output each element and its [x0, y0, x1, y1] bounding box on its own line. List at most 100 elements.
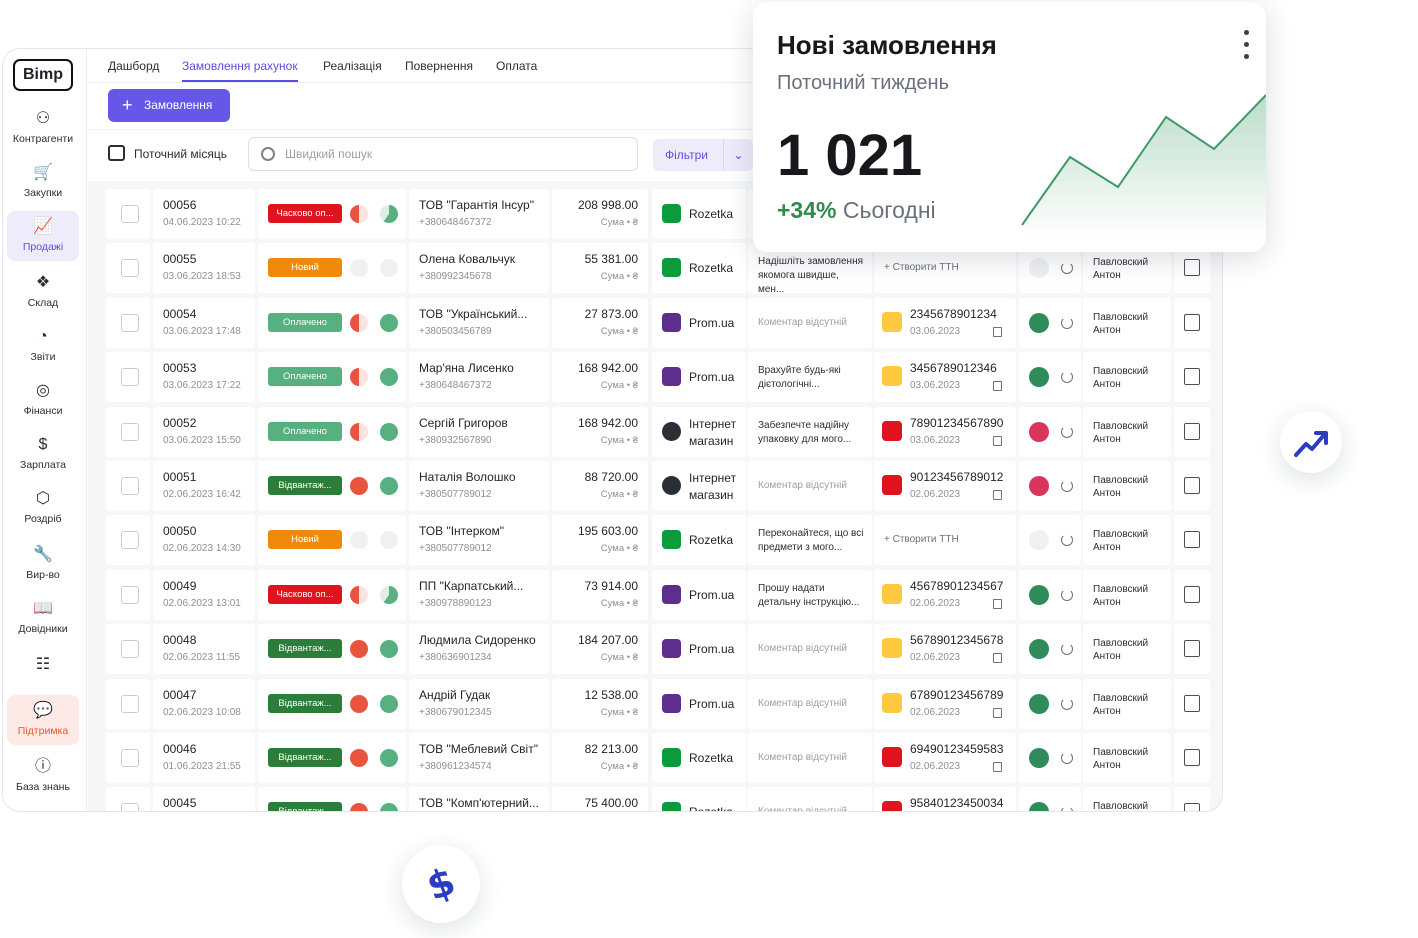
status-badge[interactable]: Оплачено: [268, 367, 342, 387]
table-row[interactable]: 00048 02.06.2023 11:55 Відвантаж... Людмила…: [106, 624, 1210, 675]
order-id[interactable]: 00056: [163, 198, 196, 212]
ttn-number[interactable]: 78901234567890: [910, 416, 1003, 430]
search-input[interactable]: Швидкий пошук: [248, 137, 638, 171]
status-badge[interactable]: Оплачено: [268, 312, 342, 332]
client-name[interactable]: Андрій Гудак: [419, 688, 490, 702]
status-badge[interactable]: Оплачено: [268, 421, 342, 441]
refresh-icon[interactable]: [1061, 534, 1073, 547]
order-comment[interactable]: Коментар відсутній: [758, 316, 866, 330]
sidebar-item-6[interactable]: $ Зарплата: [7, 429, 79, 479]
row-checkbox[interactable]: [121, 259, 139, 278]
row-checkbox[interactable]: [121, 694, 139, 713]
order-comment[interactable]: Прошу надати детальну інструкцію...: [758, 582, 866, 610]
sidebar-item-8[interactable]: 🔧 Вир-во: [7, 539, 79, 589]
order-comment[interactable]: Коментар відсутній: [758, 642, 866, 656]
tab-returns[interactable]: Повернення: [405, 59, 473, 73]
chevron-down-icon[interactable]: ⌄: [723, 139, 753, 171]
ttn-number[interactable]: 95840123450034: [910, 796, 1003, 810]
ttn-number[interactable]: 45678901234567: [910, 579, 1003, 593]
sidebar-item-1[interactable]: 🛒 Закупки: [7, 157, 79, 207]
client-name[interactable]: ТОВ "Меблевий Світ": [419, 742, 538, 756]
refresh-icon[interactable]: [1061, 316, 1073, 329]
refresh-icon[interactable]: [1061, 425, 1073, 438]
refresh-icon[interactable]: [1061, 480, 1073, 492]
ttn-number[interactable]: 2345678901234: [910, 307, 997, 321]
ttn-number[interactable]: 56789012345678: [910, 633, 1003, 647]
currency-button[interactable]: $: [402, 845, 480, 923]
client-name[interactable]: ТОВ "Інтерком": [419, 524, 504, 538]
order-id[interactable]: 00046: [163, 742, 196, 756]
order-id[interactable]: 00051: [163, 470, 196, 484]
status-badge[interactable]: Відвантаж...: [268, 693, 342, 713]
client-name[interactable]: ТОВ "Комп'ютерний...: [419, 796, 539, 810]
client-name[interactable]: ТОВ "Гарантія Інсур": [419, 198, 534, 212]
refresh-icon[interactable]: [1061, 262, 1073, 275]
refresh-icon[interactable]: [1061, 371, 1073, 384]
row-checkbox[interactable]: [121, 749, 139, 767]
ttn-number[interactable]: 69490123459583: [910, 742, 1003, 756]
status-badge[interactable]: Часково оп...: [268, 584, 342, 604]
order-id[interactable]: 00047: [163, 688, 196, 702]
status-badge[interactable]: Новий: [268, 258, 342, 278]
table-row[interactable]: 00046 01.06.2023 21:55 Відвантаж... ТОВ "Ме…: [106, 733, 1210, 783]
order-comment[interactable]: Надішліть замовлення якомога швидше, мен…: [758, 255, 866, 297]
document-icon[interactable]: [1184, 422, 1200, 440]
sidebar-item-2[interactable]: 📈 Продажі: [7, 211, 79, 261]
client-name[interactable]: Мар'яна Лисенко: [419, 361, 514, 375]
period-selector[interactable]: Поточний місяць: [108, 144, 227, 164]
row-checkbox[interactable]: [121, 313, 139, 332]
table-row[interactable]: 00053 03.06.2023 17:22 Оплачено Мар'яна Лис…: [106, 352, 1210, 403]
client-name[interactable]: ТОВ "Український...: [419, 307, 527, 321]
status-badge[interactable]: Відвантаж...: [268, 748, 342, 767]
document-icon[interactable]: [1184, 313, 1200, 331]
copy-icon[interactable]: [993, 435, 1002, 446]
order-id[interactable]: 00052: [163, 416, 196, 430]
status-badge[interactable]: Відвантаж...: [268, 639, 342, 659]
sidebar-item-5[interactable]: ◎ Фінанси: [7, 375, 79, 425]
refresh-icon[interactable]: [1061, 588, 1073, 601]
create-ttn-button[interactable]: + Створити ТТН: [884, 261, 1010, 275]
ttn-number[interactable]: 90123456789012: [910, 470, 1003, 484]
refresh-icon[interactable]: [1061, 697, 1073, 710]
copy-icon[interactable]: [993, 381, 1002, 392]
row-checkbox[interactable]: [121, 640, 139, 659]
logo[interactable]: Bimp: [13, 59, 73, 91]
order-id[interactable]: 00053: [163, 361, 196, 375]
sidebar-item-9[interactable]: 📖 Довідники: [7, 593, 79, 643]
filters-button[interactable]: Фільтри ⌄: [653, 139, 753, 171]
refresh-icon[interactable]: [1061, 643, 1073, 656]
document-icon[interactable]: [1184, 803, 1200, 811]
row-checkbox[interactable]: [121, 368, 139, 387]
sidebar-item-10[interactable]: ☷: [7, 649, 79, 699]
table-row[interactable]: 00045 Відвантаж... ТОВ "Комп'ютерний... 75 …: [106, 787, 1210, 811]
order-comment[interactable]: Коментар відсутній: [758, 751, 866, 765]
sidebar-item-12[interactable]: ⓘ База знань: [7, 751, 79, 801]
refresh-icon[interactable]: [1061, 806, 1073, 811]
copy-icon[interactable]: [993, 653, 1002, 664]
tab-dashboard[interactable]: Дашборд: [108, 59, 159, 73]
tab-orders[interactable]: Замовлення рахунок: [182, 59, 298, 82]
copy-icon[interactable]: [993, 326, 1002, 337]
status-badge[interactable]: Відвантаж...: [268, 476, 342, 495]
table-row[interactable]: 00047 02.06.2023 10:08 Відвантаж... Андрій …: [106, 678, 1210, 729]
tab-payment[interactable]: Оплата: [496, 59, 537, 73]
tab-realization[interactable]: Реалізація: [323, 59, 382, 73]
document-icon[interactable]: [1184, 531, 1200, 549]
document-icon[interactable]: [1184, 585, 1200, 603]
refresh-icon[interactable]: [1061, 752, 1073, 764]
table-row[interactable]: 00052 03.06.2023 15:50 Оплачено Сергій Григ…: [106, 406, 1210, 457]
row-checkbox[interactable]: [121, 803, 139, 811]
copy-icon[interactable]: [993, 490, 1002, 500]
copy-icon[interactable]: [993, 707, 1002, 718]
ttn-number[interactable]: 67890123456789: [910, 688, 1003, 702]
status-badge[interactable]: Новий: [268, 530, 342, 550]
order-comment[interactable]: Врахуйте будь-які дієтологічні...: [758, 364, 866, 392]
document-icon[interactable]: [1184, 749, 1200, 766]
sidebar-item-0[interactable]: ⚇ Контрагенти: [7, 103, 79, 153]
client-name[interactable]: Наталія Волошко: [419, 470, 516, 484]
document-icon[interactable]: [1184, 259, 1200, 277]
order-comment[interactable]: Забезпечте надійну упаковку для мого...: [758, 419, 866, 447]
sidebar-item-3[interactable]: ❖ Склад: [7, 267, 79, 317]
row-checkbox[interactable]: [121, 477, 139, 495]
row-checkbox[interactable]: [121, 422, 139, 441]
